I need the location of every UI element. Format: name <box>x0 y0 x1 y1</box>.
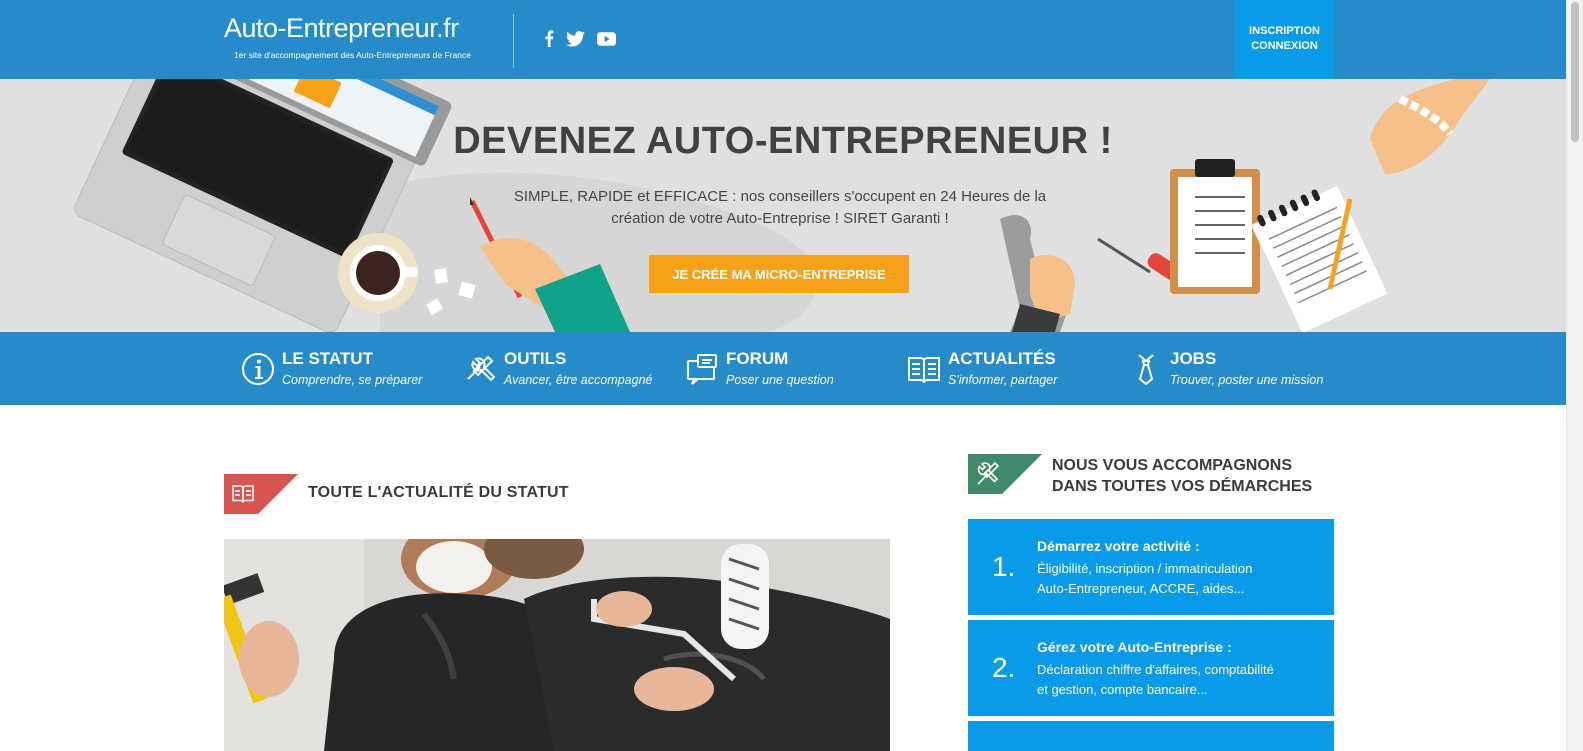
step-number: 1. <box>992 551 1016 582</box>
header-divider <box>513 14 514 68</box>
main-nav: LE STATUT Comprendre, se préparer OUTILS… <box>0 332 1566 405</box>
page-scrollbar[interactable] <box>1566 0 1583 751</box>
news-section-badge <box>224 474 298 514</box>
nav-subtitle: Avancer, être accompagné <box>504 372 653 387</box>
social-links <box>544 30 616 51</box>
twitter-icon[interactable] <box>566 30 585 51</box>
news-featured-image[interactable] <box>224 539 890 751</box>
hero-title: DEVENEZ AUTO-ENTREPRENEUR ! <box>453 120 1113 162</box>
book-icon <box>906 351 942 387</box>
hero-description: SIMPLE, RAPIDE et EFFICACE : nos conseil… <box>513 188 1047 227</box>
site-header: Auto-Entrepreneur.fr 1er site d'accompag… <box>0 0 1566 79</box>
nav-subtitle: S'informer, partager <box>948 372 1058 387</box>
painters-photo <box>224 539 890 751</box>
nav-title: ACTUALITÉS <box>948 348 1056 368</box>
info-icon <box>240 351 276 387</box>
logo-title: Auto-Entrepreneur.fr <box>224 13 459 43</box>
step-card-next[interactable] <box>968 721 1334 751</box>
hero-banner: DEVENEZ AUTO-ENTREPRENEUR ! SIMPLE, RAPI… <box>0 79 1566 332</box>
step-number: 2. <box>992 652 1016 683</box>
step-title: Gérez votre Auto-Entreprise : <box>1037 639 1232 655</box>
step-description: Déclaration chiffre d'affaires, comptabi… <box>1037 662 1274 697</box>
nav-title: OUTILS <box>504 348 567 368</box>
nav-item-jobs[interactable]: JOBS Trouver, poster une mission <box>1128 332 1323 405</box>
login-link[interactable]: CONNEXION <box>1235 39 1334 54</box>
step-card-manage[interactable]: 2. Gérez votre Auto-Entreprise : Déclara… <box>968 620 1334 716</box>
nav-title: JOBS <box>1170 348 1217 368</box>
step-description: Éligibilité, inscription / immatriculati… <box>1037 561 1253 596</box>
news-section-title: TOUTE L'ACTUALITÉ DU STATUT <box>308 484 569 501</box>
signup-link[interactable]: INSCRIPTION <box>1235 24 1334 39</box>
nav-item-forum[interactable]: FORUM Poser une question <box>684 332 834 405</box>
tools-icon <box>462 351 498 387</box>
site-logo[interactable]: Auto-Entrepreneur.fr 1er site d'accompag… <box>224 12 471 60</box>
scrollbar-thumb[interactable] <box>1571 2 1579 142</box>
tie-icon <box>1128 351 1164 387</box>
nav-subtitle: Poser une question <box>726 372 834 387</box>
nav-title: FORUM <box>726 348 789 368</box>
nav-subtitle: Comprendre, se préparer <box>282 372 423 387</box>
create-business-button[interactable]: JE CRÉE MA MICRO-ENTREPRISE <box>649 255 909 293</box>
forum-icon <box>684 351 720 387</box>
facebook-icon[interactable] <box>544 30 554 51</box>
nav-subtitle: Trouver, poster une mission <box>1170 372 1324 387</box>
step-card-start[interactable]: 1. Démarrez votre activité : Éligibilité… <box>968 519 1334 615</box>
step-title: Démarrez votre activité : <box>1037 538 1200 554</box>
nav-item-statut[interactable]: LE STATUT Comprendre, se préparer <box>240 332 422 405</box>
nav-item-actualites[interactable]: ACTUALITÉS S'informer, partager <box>906 332 1057 405</box>
logo-tagline: 1er site d'accompagnement des Auto-Entre… <box>234 50 471 60</box>
page: Auto-Entrepreneur.fr 1er site d'accompag… <box>0 0 1583 751</box>
support-section-title: NOUS VOUS ACCOMPAGNONS DANS TOUTES VOS D… <box>1052 457 1313 495</box>
nav-item-outils[interactable]: OUTILS Avancer, être accompagné <box>462 332 652 405</box>
account-box: INSCRIPTION CONNEXION <box>1235 0 1334 79</box>
youtube-icon[interactable] <box>597 31 616 50</box>
nav-title: LE STATUT <box>282 348 373 368</box>
support-section-badge <box>968 454 1042 494</box>
